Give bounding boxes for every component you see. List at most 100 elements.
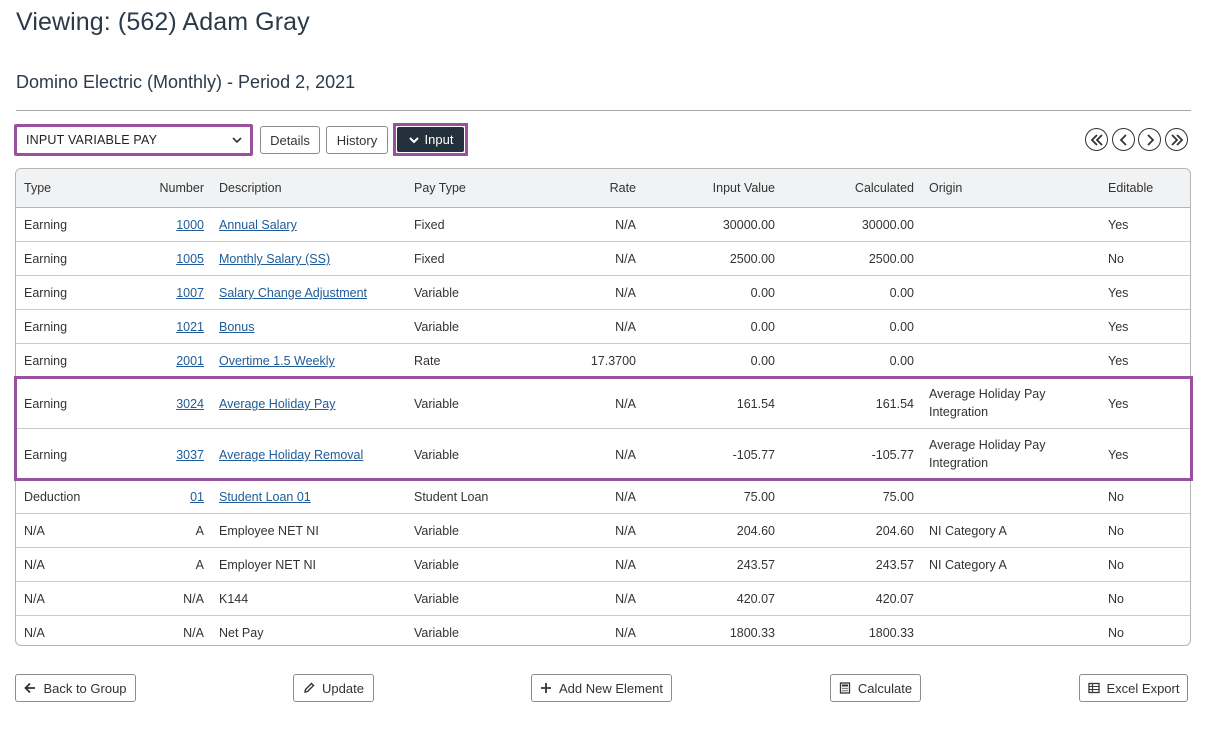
back-to-group-button[interactable]: Back to Group: [15, 674, 136, 702]
calculator-icon: [839, 682, 851, 694]
cell-type: Earning: [24, 354, 68, 368]
cell-editable: No: [1108, 490, 1124, 504]
details-button-label: Details: [270, 132, 310, 148]
table-row: N/A N/A K144 Variable N/A 420.07 420.07 No: [16, 582, 1190, 616]
cell-type: Earning: [24, 397, 68, 411]
page-title: Viewing: (562) Adam Gray: [16, 8, 310, 36]
input-button[interactable]: Input: [397, 127, 464, 152]
excel-export-button[interactable]: Excel Export: [1079, 674, 1188, 702]
cell-pay-type: Variable: [414, 558, 459, 572]
cell-editable: Yes: [1108, 397, 1129, 411]
cell-input-value: 0.00: [750, 320, 775, 334]
element-description-link[interactable]: Student Loan 01: [219, 490, 311, 504]
cell-calculated: 0.00: [889, 286, 914, 300]
cell-input-value: 1800.33: [729, 626, 775, 640]
table-row: Earning 1007 Salary Change Adjustment Varia…: [16, 276, 1190, 310]
cell-input-value: 0.00: [750, 354, 775, 368]
cell-type: N/A: [24, 524, 45, 538]
table-row: N/A N/A Net Pay Variable N/A 1800.33 1800.33 No: [16, 616, 1190, 645]
cell-input-value: 75.00: [743, 490, 775, 504]
cell-number: A: [195, 524, 204, 538]
cell-type: Earning: [24, 286, 68, 300]
cell-editable: Yes: [1108, 286, 1129, 300]
table-row: Earning 2001 Overtime 1.5 Weekly Rate 17.370…: [16, 344, 1190, 378]
cell-rate: N/A: [615, 626, 636, 640]
arrow-left-icon: [24, 682, 36, 694]
details-button[interactable]: Details: [260, 126, 320, 154]
header-pay-type: Pay Type: [414, 181, 466, 195]
element-number-link[interactable]: 1021: [176, 320, 204, 334]
cell-input-value: 0.00: [750, 286, 775, 300]
cell-type: N/A: [24, 592, 45, 606]
element-description-link[interactable]: Average Holiday Pay: [219, 397, 336, 411]
cell-input-value: 420.07: [736, 592, 775, 606]
add-new-element-label: Add New Element: [558, 680, 664, 696]
view-select[interactable]: INPUT VARIABLE PAY: [14, 124, 253, 156]
cell-calculated: 1800.33: [868, 626, 914, 640]
element-description-link[interactable]: Annual Salary: [219, 218, 297, 232]
cell-calculated: 204.60: [875, 524, 914, 538]
table-row: Earning 3024 Average Holiday Pay Variable N/…: [16, 378, 1190, 429]
header-origin: Origin: [929, 181, 963, 195]
header-calculated: Calculated: [854, 181, 914, 195]
update-button[interactable]: Update: [293, 674, 374, 702]
element-number-link[interactable]: 01: [190, 490, 204, 504]
table-row: Earning 1005 Monthly Salary (SS) Fixed N/A 25…: [16, 242, 1190, 276]
cell-origin: NI Category A: [929, 558, 1007, 572]
history-button[interactable]: History: [326, 126, 388, 154]
cell-rate: N/A: [615, 252, 636, 266]
page-subtitle: Domino Electric (Monthly) - Period 2, 20…: [16, 72, 356, 92]
element-description-link[interactable]: Average Holiday Removal: [219, 448, 363, 462]
element-number-link[interactable]: 3037: [176, 448, 204, 462]
first-page-button[interactable]: [1085, 128, 1108, 151]
element-number-link[interactable]: 1000: [176, 218, 204, 232]
element-description-link[interactable]: Bonus: [219, 320, 254, 334]
back-to-group-label: Back to Group: [43, 680, 127, 696]
cell-rate: N/A: [615, 524, 636, 538]
next-page-button[interactable]: [1138, 128, 1161, 151]
element-number-link[interactable]: 2001: [176, 354, 204, 368]
table-header: Type Number Description Pay Type Rate In…: [16, 169, 1190, 208]
previous-page-button[interactable]: [1112, 128, 1135, 151]
cell-rate: N/A: [615, 286, 636, 300]
cell-calculated: 0.00: [889, 354, 914, 368]
cell-editable: No: [1108, 626, 1124, 640]
cell-type: N/A: [24, 626, 45, 640]
cell-pay-type: Variable: [414, 626, 459, 640]
excel-export-label: Excel Export: [1106, 680, 1180, 696]
cell-rate: 17.3700: [590, 354, 636, 368]
element-number-link[interactable]: 1005: [176, 252, 204, 266]
header-description: Description: [219, 181, 282, 195]
header-input-value: Input Value: [712, 181, 775, 195]
cell-editable: Yes: [1108, 354, 1129, 368]
table-row: N/A A Employee NET NI Variable N/A 204.60 204.…: [16, 514, 1190, 548]
last-page-button[interactable]: [1165, 128, 1188, 151]
cell-calculated: 243.57: [875, 558, 914, 572]
cell-number: N/A: [183, 592, 204, 606]
cell-rate: N/A: [615, 558, 636, 572]
table-row: Earning 1021 Bonus Variable N/A 0.00 0.00 Yes: [16, 310, 1190, 344]
history-button-label: History: [336, 132, 378, 148]
calculate-button[interactable]: Calculate: [830, 674, 921, 702]
cell-type: Earning: [24, 448, 68, 462]
cell-editable: Yes: [1108, 448, 1129, 462]
pencil-icon: [304, 682, 315, 693]
cell-input-value: 243.57: [736, 558, 775, 572]
cell-origin: Average Holiday Pay Integration: [929, 387, 1046, 419]
cell-pay-type: Variable: [414, 592, 459, 606]
cell-input-value: 161.54: [736, 397, 775, 411]
input-button-highlight: Input: [393, 123, 468, 156]
add-new-element-button[interactable]: Add New Element: [531, 674, 672, 702]
cell-type: Earning: [24, 252, 68, 266]
cell-description: Net Pay: [219, 626, 264, 640]
element-description-link[interactable]: Salary Change Adjustment: [219, 286, 367, 300]
table-row: N/A A Employer NET NI Variable N/A 243.57 243.…: [16, 548, 1190, 582]
cell-description: K144: [219, 592, 249, 606]
cell-editable: No: [1108, 524, 1124, 538]
element-number-link[interactable]: 1007: [176, 286, 204, 300]
calculate-label: Calculate: [857, 680, 913, 696]
element-description-link[interactable]: Overtime 1.5 Weekly: [219, 354, 335, 368]
element-description-link[interactable]: Monthly Salary (SS): [219, 252, 330, 266]
input-button-label: Input: [424, 132, 454, 147]
element-number-link[interactable]: 3024: [176, 397, 204, 411]
